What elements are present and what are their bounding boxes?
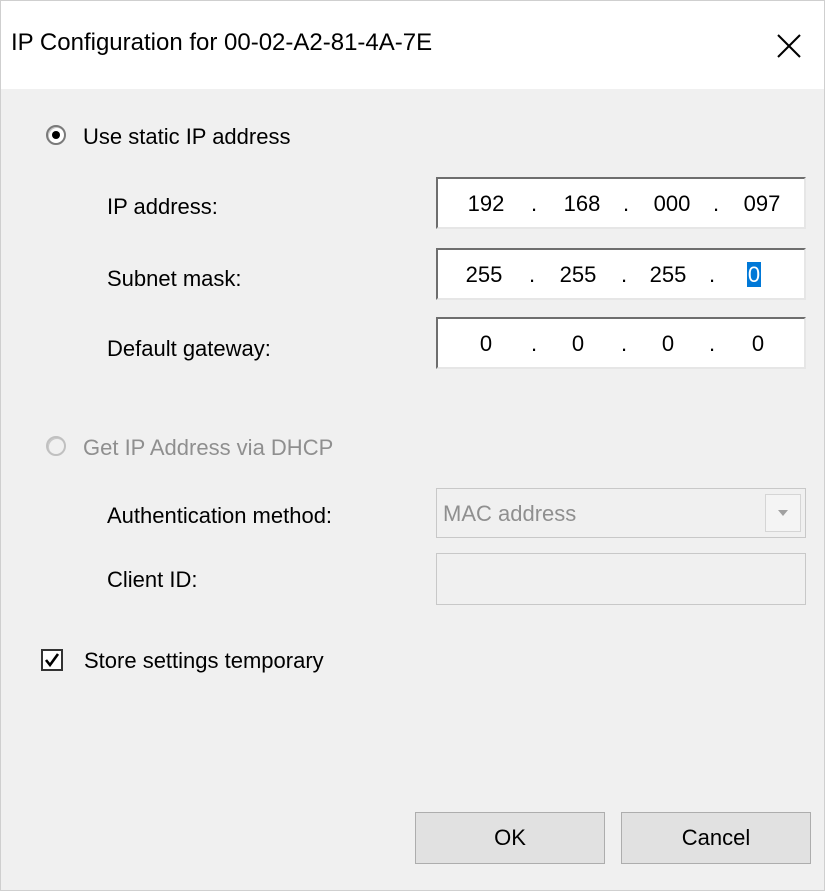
subnet-mask-octet-2[interactable]: 255 — [548, 262, 608, 288]
subnet-mask-octet-3[interactable]: 255 — [638, 262, 698, 288]
subnet-mask-label: Subnet mask: — [107, 266, 242, 291]
close-button[interactable] — [754, 11, 824, 81]
ok-button[interactable]: OK — [415, 812, 605, 864]
ip-address-label: IP address: — [107, 194, 218, 219]
default-gateway-octet-2[interactable]: 0 — [548, 331, 608, 357]
ip-separator: . — [530, 331, 538, 356]
cancel-button[interactable]: Cancel — [621, 812, 811, 864]
store-settings-checkbox[interactable] — [41, 649, 63, 671]
subnet-mask-field[interactable]: 255 . 255 . 255 . 0 — [436, 248, 806, 300]
client-id-field[interactable] — [436, 553, 806, 605]
ip-separator: . — [528, 262, 536, 287]
dropdown-button[interactable] — [765, 494, 801, 532]
window-title: IP Configuration for 00-02-A2-81-4A-7E — [11, 29, 433, 56]
ip-separator: . — [708, 331, 716, 356]
store-settings-label[interactable]: Store settings temporary — [84, 648, 324, 674]
static-ip-radio-label[interactable]: Use static IP address — [83, 124, 290, 150]
title-bar: IP Configuration for 00-02-A2-81-4A-7E — [1, 1, 824, 89]
ip-separator: . — [530, 191, 538, 216]
subnet-mask-octet-4[interactable]: 0 — [724, 262, 784, 288]
auth-method-value: MAC address — [443, 501, 577, 526]
close-icon — [777, 34, 801, 58]
ip-separator: . — [620, 262, 628, 287]
ip-separator: . — [708, 262, 716, 287]
radio-selected-dot — [52, 131, 60, 139]
default-gateway-octet-3[interactable]: 0 — [638, 331, 698, 357]
default-gateway-label: Default gateway: — [107, 336, 271, 361]
dhcp-radio[interactable] — [46, 436, 66, 456]
ip-address-octet-4[interactable]: 097 — [732, 191, 792, 217]
ip-separator: . — [620, 331, 628, 356]
ip-address-octet-2[interactable]: 168 — [552, 191, 612, 217]
check-icon — [44, 653, 60, 668]
default-gateway-field[interactable]: 0 . 0 . 0 . 0 — [436, 317, 806, 369]
default-gateway-octet-4[interactable]: 0 — [728, 331, 788, 357]
ip-address-octet-3[interactable]: 000 — [642, 191, 702, 217]
chevron-down-icon — [778, 510, 788, 516]
ip-separator: . — [712, 191, 720, 216]
default-gateway-octet-1[interactable]: 0 — [456, 331, 516, 357]
ip-address-octet-1[interactable]: 192 — [456, 191, 516, 217]
selected-octet-text: 0 — [746, 262, 762, 287]
client-id-label: Client ID: — [107, 567, 198, 592]
auth-method-label: Authentication method: — [107, 503, 333, 528]
static-ip-radio[interactable] — [46, 125, 66, 145]
ip-config-dialog: IP Configuration for 00-02-A2-81-4A-7E U… — [0, 0, 825, 891]
ip-separator: . — [622, 191, 630, 216]
subnet-mask-octet-1[interactable]: 255 — [454, 262, 514, 288]
ip-address-field[interactable]: 192 . 168 . 000 . 097 — [436, 177, 806, 229]
dhcp-radio-label[interactable]: Get IP Address via DHCP — [83, 435, 333, 461]
auth-method-select[interactable]: MAC address — [436, 488, 806, 538]
